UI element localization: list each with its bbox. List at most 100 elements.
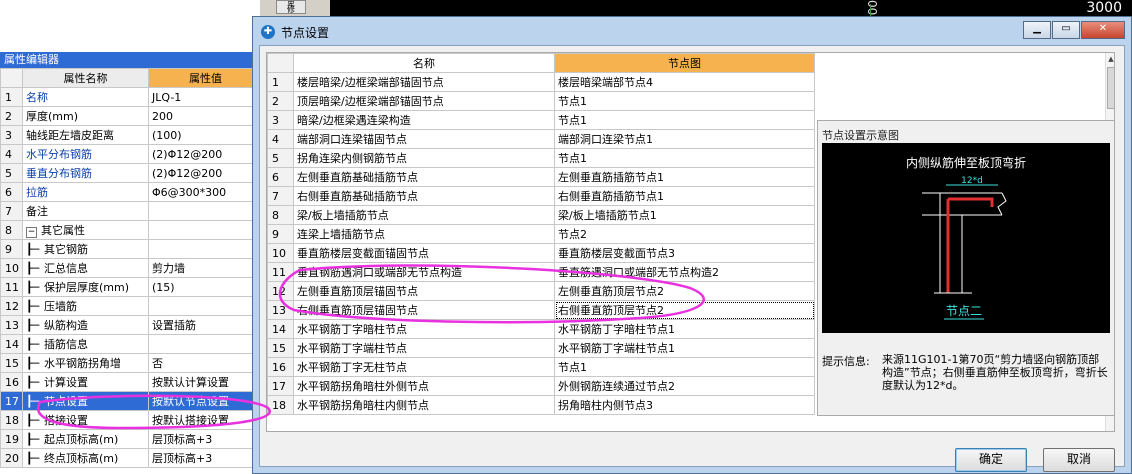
node-row[interactable]: 12 左侧垂直筋顶层锚固节点 左侧垂直筋顶层节点2 — [267, 281, 815, 301]
node-row[interactable]: 16 水平钢筋丁字无柱节点 节点1 — [267, 357, 815, 377]
property-value[interactable]: 剪力墙 — [148, 258, 263, 278]
background-small-button[interactable]: 卑 修 — [276, 0, 306, 14]
node-name: 顶层暗梁/边框梁端部锚固节点 — [293, 91, 555, 111]
property-value[interactable] — [148, 334, 263, 354]
row-number: 1 — [0, 87, 23, 107]
node-row[interactable]: 2 顶层暗梁/边框梁端部锚固节点 节点1 — [267, 91, 815, 111]
node-value[interactable]: 左侧垂直筋插筋节点1 — [554, 167, 815, 187]
property-row[interactable]: 13 ┠─ 纵筋构造 设置插筋 — [0, 315, 263, 335]
node-value[interactable]: 右侧垂直筋顶层节点2 — [554, 300, 815, 320]
col-header-name[interactable]: 属性名称 — [22, 68, 149, 88]
node-value[interactable]: 节点1 — [554, 91, 815, 111]
property-value[interactable]: (2)Φ12@200 — [148, 163, 263, 183]
property-row[interactable]: 8− 其它属性 — [0, 220, 263, 240]
property-value[interactable]: 按默认搭接设置 — [148, 410, 263, 430]
node-row[interactable]: 8 梁/板上墙插筋节点 梁/板上墙插筋节点1 — [267, 205, 815, 225]
property-value[interactable]: 层顶标高+3 — [148, 448, 263, 468]
node-value[interactable]: 垂直筋楼层变截面节点3 — [554, 243, 815, 263]
node-row[interactable]: 14 水平钢筋丁字暗柱节点 水平钢筋丁字暗柱节点1 — [267, 319, 815, 339]
node-value[interactable]: 端部洞口连梁节点1 — [554, 129, 815, 149]
property-value[interactable]: 按默认计算设置 — [148, 372, 263, 392]
node-value[interactable]: 楼层暗梁端部节点4 — [554, 72, 815, 92]
node-value[interactable]: 左侧垂直筋顶层节点2 — [554, 281, 815, 301]
node-value[interactable]: 节点1 — [554, 148, 815, 168]
node-value[interactable]: 梁/板上墙插筋节点1 — [554, 205, 815, 225]
scroll-thumb[interactable] — [1107, 67, 1114, 109]
col-header-name[interactable]: 名称 — [293, 53, 555, 73]
col-header-node[interactable]: 节点图 — [554, 53, 815, 73]
minimize-icon[interactable]: ▁ — [1023, 21, 1051, 39]
property-row[interactable]: 17 ┠─ 节点设置 按默认节点设置 — [0, 391, 263, 411]
node-row[interactable]: 11 垂直钢筋遇洞口或端部无节点构造 垂直筋遇洞口或端部无节点构造2 — [267, 262, 815, 282]
node-value[interactable]: 垂直筋遇洞口或端部无节点构造2 — [554, 262, 815, 282]
node-row[interactable]: 5 拐角连梁内侧钢筋节点 节点1 — [267, 148, 815, 168]
property-value[interactable]: 200 — [148, 106, 263, 126]
property-name: ┠─ 起点顶标高(m) — [22, 429, 149, 449]
node-row[interactable]: 6 左侧垂直筋基础插筋节点 左侧垂直筋插筋节点1 — [267, 167, 815, 187]
property-row[interactable]: 20 ┠─ 终点顶标高(m) 层顶标高+3 — [0, 448, 263, 468]
node-row[interactable]: 18 水平钢筋拐角暗柱内侧节点 拐角暗柱内侧节点3 — [267, 395, 815, 415]
node-row[interactable]: 7 右侧垂直筋基础插筋节点 右侧垂直筋插筋节点1 — [267, 186, 815, 206]
property-value[interactable]: 否 — [148, 353, 263, 373]
property-value[interactable]: (15) — [148, 277, 263, 297]
node-row[interactable]: 17 水平钢筋拐角暗柱外侧节点 外侧钢筋连续通过节点2 — [267, 376, 815, 396]
property-row[interactable]: 11 ┠─ 保护层厚度(mm) (15) — [0, 277, 263, 297]
node-row[interactable]: 13 右侧垂直筋顶层锚固节点 右侧垂直筋顶层节点2 — [267, 300, 815, 320]
node-row[interactable]: 15 水平钢筋丁字端柱节点 水平钢筋丁字端柱节点1 — [267, 338, 815, 358]
property-value[interactable] — [148, 201, 263, 221]
node-value[interactable]: 外侧钢筋连续通过节点2 — [554, 376, 815, 396]
collapse-icon[interactable]: − — [26, 227, 37, 238]
property-value[interactable]: (100) — [148, 125, 263, 145]
property-row[interactable]: 15 ┠─ 水平钢筋拐角增 否 — [0, 353, 263, 373]
property-value[interactable] — [148, 296, 263, 316]
node-row[interactable]: 1 楼层暗梁/边框梁端部锚固节点 楼层暗梁端部节点4 — [267, 72, 815, 92]
row-number: 15 — [267, 338, 294, 358]
property-row[interactable]: 1 名称 JLQ-1 — [0, 87, 263, 107]
node-value[interactable]: 节点1 — [554, 357, 815, 377]
property-row[interactable]: 16 ┠─ 计算设置 按默认计算设置 — [0, 372, 263, 392]
property-row[interactable]: 9 ┠─ 其它钢筋 — [0, 239, 263, 259]
property-row[interactable]: 14 ┠─ 插筋信息 — [0, 334, 263, 354]
property-value[interactable]: (2)Φ12@200 — [148, 144, 263, 164]
property-value[interactable] — [148, 220, 263, 240]
node-value[interactable]: 节点1 — [554, 110, 815, 130]
node-value[interactable]: 拐角暗柱内侧节点3 — [554, 395, 815, 415]
row-number: 12 — [267, 281, 294, 301]
node-value[interactable]: 右侧垂直筋插筋节点1 — [554, 186, 815, 206]
property-value[interactable] — [148, 239, 263, 259]
ok-button[interactable]: 确定 — [955, 448, 1027, 472]
property-row[interactable]: 10 ┠─ 汇总信息 剪力墙 — [0, 258, 263, 278]
property-row[interactable]: 5 垂直分布钢筋 (2)Φ12@200 — [0, 163, 263, 183]
scroll-up-icon[interactable]: ▲ — [1106, 53, 1114, 65]
property-value[interactable]: 按默认节点设置 — [148, 391, 263, 411]
property-name-text: 厚度(mm) — [26, 110, 79, 123]
dialog-titlebar[interactable]: ✚ 节点设置 ▁ ▭ ✕ — [253, 17, 1131, 45]
maximize-icon[interactable]: ▭ — [1052, 21, 1080, 39]
node-value[interactable]: 水平钢筋丁字暗柱节点1 — [554, 319, 815, 339]
node-row[interactable]: 9 连梁上墙插筋节点 节点2 — [267, 224, 815, 244]
property-value[interactable]: 设置插筋 — [148, 315, 263, 335]
property-value[interactable]: 层顶标高+3 — [148, 429, 263, 449]
property-name: 轴线距左墙皮距离 — [22, 125, 149, 145]
property-row[interactable]: 7 备注 — [0, 201, 263, 221]
node-row[interactable]: 10 垂直筋楼层变截面锚固节点 垂直筋楼层变截面节点3 — [267, 243, 815, 263]
node-row[interactable]: 4 端部洞口连梁锚固节点 端部洞口连梁节点1 — [267, 129, 815, 149]
cancel-button[interactable]: 取消 — [1043, 448, 1115, 472]
property-row[interactable]: 19 ┠─ 起点顶标高(m) 层顶标高+3 — [0, 429, 263, 449]
close-icon[interactable]: ✕ — [1081, 21, 1125, 39]
node-value[interactable]: 节点2 — [554, 224, 815, 244]
col-header-value[interactable]: 属性值 — [148, 68, 263, 88]
node-value[interactable]: 水平钢筋丁字端柱节点1 — [554, 338, 815, 358]
property-row[interactable]: 18 ┠─ 搭接设置 按默认搭接设置 — [0, 410, 263, 430]
property-value[interactable]: JLQ-1 — [148, 87, 263, 107]
row-number: 18 — [0, 410, 23, 430]
row-number: 5 — [0, 163, 23, 183]
dialog-body: 名称 节点图 1 楼层暗梁/边框梁端部锚固节点 楼层暗梁端部节点4 2 顶层暗梁/边框梁… — [259, 45, 1125, 472]
property-row[interactable]: 6 拉筋 Φ6@300*300 — [0, 182, 263, 202]
property-value[interactable]: Φ6@300*300 — [148, 182, 263, 202]
property-row[interactable]: 3 轴线距左墙皮距离 (100) — [0, 125, 263, 145]
property-row[interactable]: 4 水平分布钢筋 (2)Φ12@200 — [0, 144, 263, 164]
property-row[interactable]: 2 厚度(mm) 200 — [0, 106, 263, 126]
property-row[interactable]: 12 ┠─ 压墙筋 — [0, 296, 263, 316]
node-row[interactable]: 3 暗梁/边框梁遇连梁构造 节点1 — [267, 110, 815, 130]
